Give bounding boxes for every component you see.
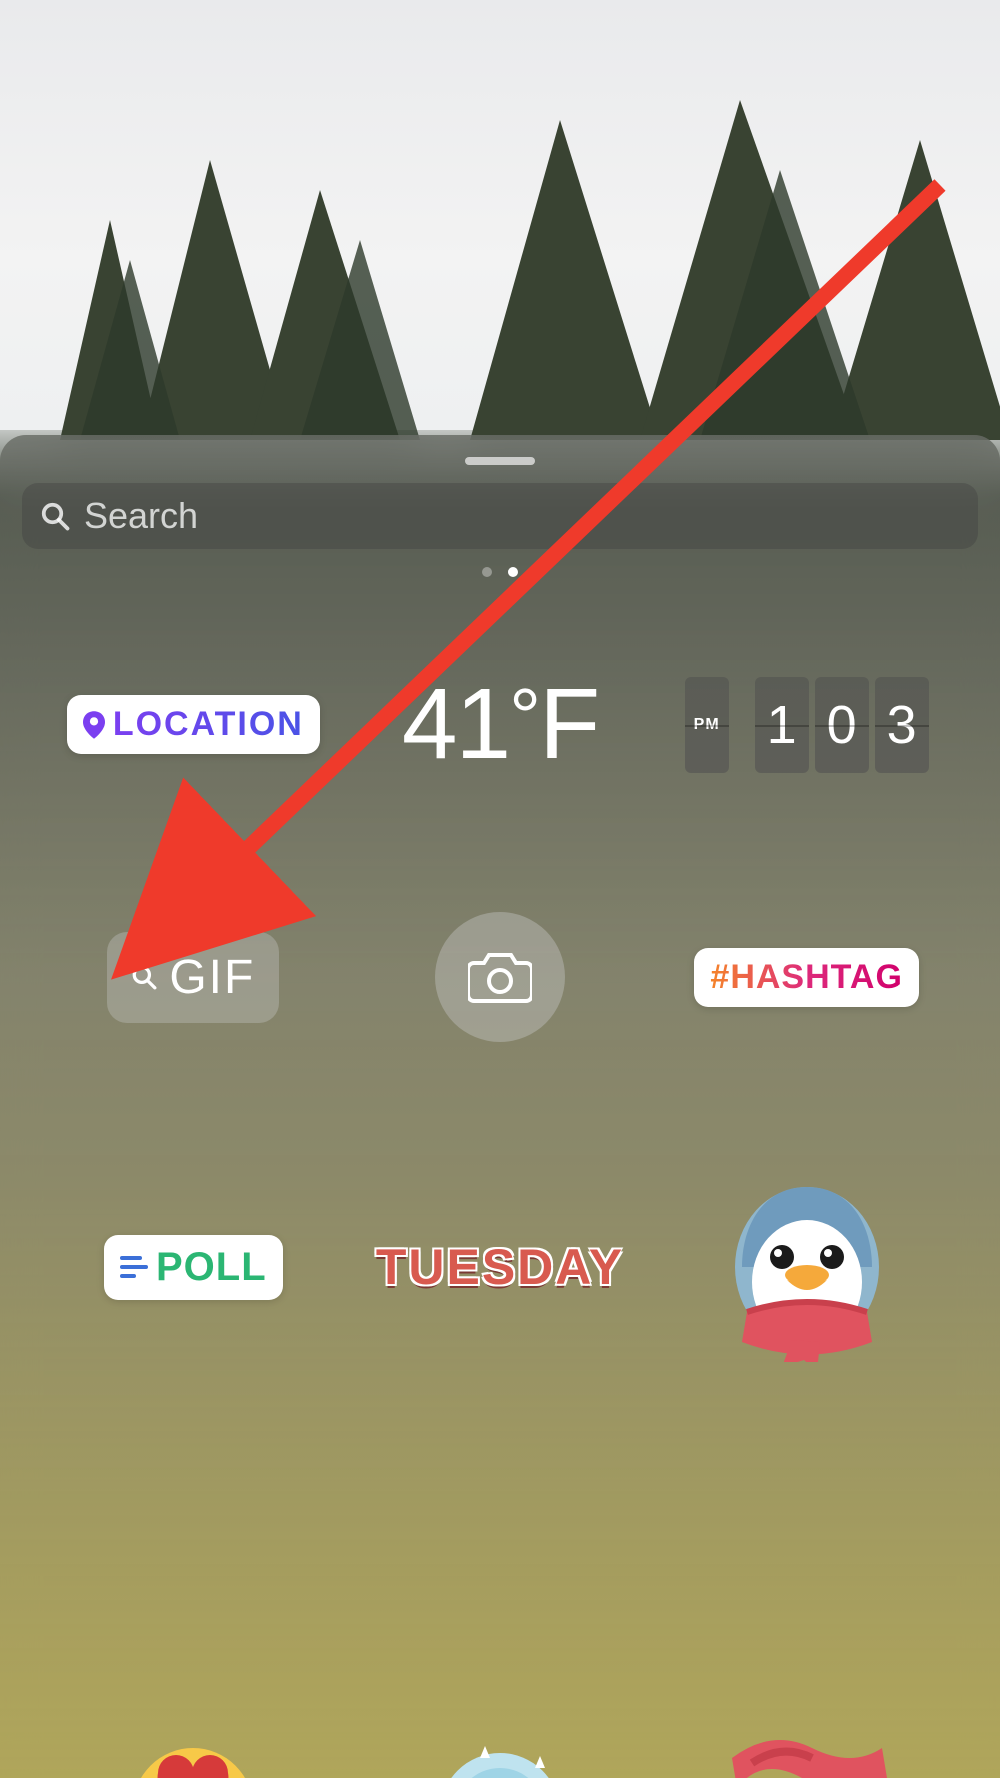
hashtag-label: #HASHTAG bbox=[710, 958, 903, 997]
background-sky bbox=[0, 0, 1000, 430]
story-sticker-screen: LOCATION 41°F PM 1 0 3 GIF bbox=[0, 0, 1000, 1778]
temperature-unit: F bbox=[539, 668, 598, 780]
hashtag-sticker[interactable]: #HASHTAG bbox=[694, 948, 919, 1007]
clock-digit: 0 bbox=[815, 677, 869, 773]
gif-label: GIF bbox=[169, 950, 255, 1005]
location-pin-icon bbox=[83, 711, 105, 739]
poll-sticker[interactable]: POLL bbox=[104, 1235, 283, 1300]
degree-symbol: ° bbox=[509, 672, 539, 761]
snowglobe-sticker[interactable] bbox=[415, 1718, 585, 1778]
clock-digit: 3 bbox=[875, 677, 929, 773]
emoji-sticker[interactable] bbox=[108, 1718, 278, 1778]
search-bar[interactable] bbox=[22, 483, 978, 549]
clock-digit: 1 bbox=[755, 677, 809, 773]
poll-lines-icon bbox=[120, 1256, 148, 1278]
day-sticker[interactable]: TUESDAY bbox=[376, 1238, 624, 1296]
clock-ampm: PM bbox=[685, 677, 729, 773]
sheet-grabber[interactable] bbox=[465, 457, 535, 465]
poll-label: POLL bbox=[156, 1245, 267, 1290]
search-icon bbox=[131, 964, 157, 990]
sticker-row-partial bbox=[0, 1718, 1000, 1778]
page-dot bbox=[482, 567, 492, 577]
page-indicator bbox=[0, 567, 1000, 577]
location-sticker[interactable]: LOCATION bbox=[67, 695, 320, 754]
camera-icon bbox=[468, 951, 532, 1003]
search-icon bbox=[40, 501, 70, 531]
temperature-sticker[interactable]: 41°F bbox=[402, 667, 598, 782]
location-label: LOCATION bbox=[113, 705, 304, 744]
temperature-value: 41 bbox=[402, 668, 509, 780]
page-dot-active bbox=[508, 567, 518, 577]
search-input[interactable] bbox=[84, 495, 960, 537]
gif-sticker[interactable]: GIF bbox=[107, 932, 279, 1023]
sticker-sheet[interactable]: LOCATION 41°F PM 1 0 3 GIF bbox=[0, 435, 1000, 1778]
sticker-grid: LOCATION 41°F PM 1 0 3 GIF bbox=[0, 607, 1000, 1402]
penguin-sticker[interactable] bbox=[722, 1172, 892, 1362]
scarf-sticker[interactable] bbox=[722, 1718, 892, 1778]
camera-sticker[interactable] bbox=[435, 912, 565, 1042]
clock-sticker[interactable]: PM 1 0 3 bbox=[685, 677, 929, 773]
